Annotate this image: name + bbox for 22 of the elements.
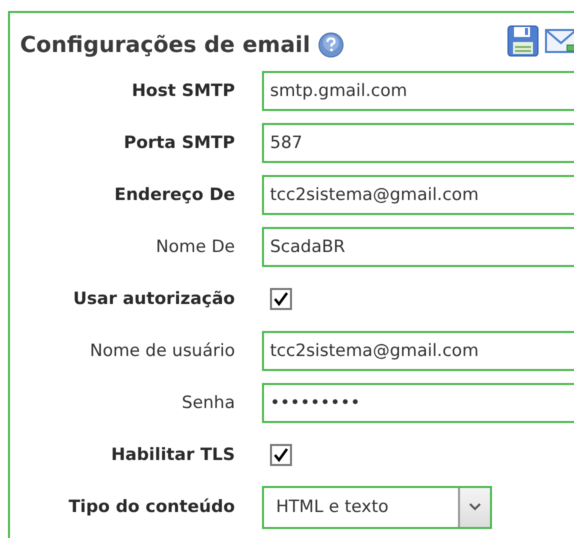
panel-title: Configurações de email <box>20 32 310 58</box>
field-label: Senha <box>180 393 235 413</box>
field-label: Host SMTP <box>130 81 235 101</box>
field-label: Tipo do conteúdo <box>68 497 235 517</box>
content-type-dropdown[interactable]: HTML e texto <box>262 486 492 528</box>
text-field[interactable]: tcc2sistema@gmail.com <box>262 331 574 371</box>
text-field[interactable]: ScadaBR <box>262 227 574 267</box>
text-field[interactable]: tcc2sistema@gmail.com <box>262 175 574 215</box>
field-label: Porta SMTP <box>122 133 235 153</box>
password-field[interactable]: ••••••••• <box>262 383 574 423</box>
field-label: Usar autorização <box>72 289 235 309</box>
text-field[interactable]: smtp.gmail.com <box>262 71 574 111</box>
caret-icon <box>468 502 482 512</box>
field-label: Nome De <box>154 237 235 257</box>
field-label: Endereço De <box>113 185 235 205</box>
text-field[interactable]: 587 <box>262 123 574 163</box>
checkbox[interactable] <box>270 444 292 466</box>
field-label: Nome de usuário <box>88 341 235 361</box>
checkbox[interactable] <box>270 288 292 310</box>
help-icon[interactable] <box>318 32 344 58</box>
field-label: Habilitar TLS <box>110 445 235 465</box>
save-icon[interactable] <box>507 25 539 57</box>
